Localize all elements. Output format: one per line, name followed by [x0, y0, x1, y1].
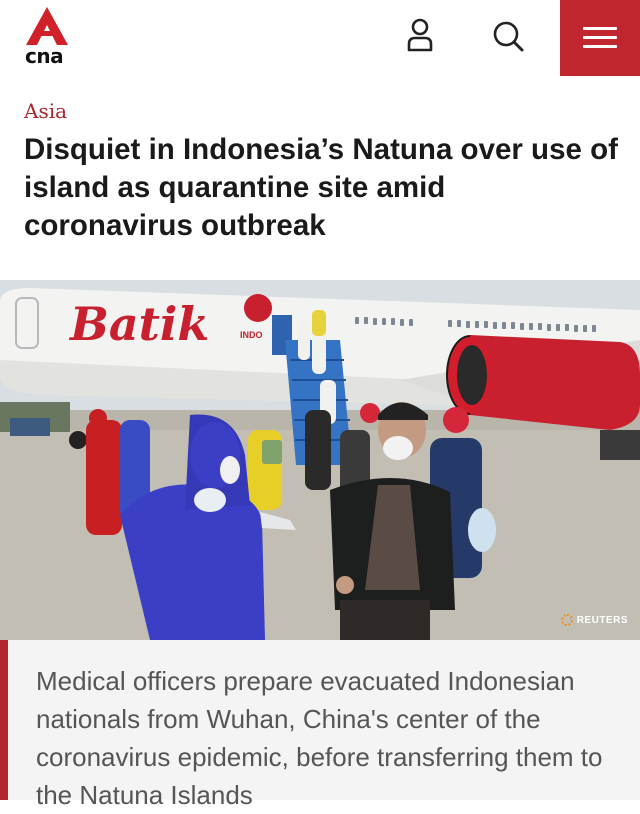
caption-accent-bar: [0, 640, 8, 800]
logo-mark-icon: [26, 7, 68, 45]
livery-text-small: INDO: [240, 330, 263, 340]
user-icon: [407, 18, 433, 52]
article-hero-image: Batik INDO REUTERS: [0, 280, 640, 640]
menu-icon: [583, 27, 617, 30]
logo-text: cna: [25, 44, 64, 68]
menu-button[interactable]: [560, 0, 640, 76]
image-credit-text: REUTERS: [576, 614, 628, 626]
site-header: cna: [0, 0, 640, 76]
livery-text: Batik: [68, 297, 209, 351]
image-caption-box: Medical officers prepare evacuated Indon…: [0, 640, 640, 810]
reuters-logo-icon: [560, 614, 573, 626]
article-headline: Disquiet in Indonesia’s Natuna over use …: [24, 133, 618, 242]
image-caption: Medical officers prepare evacuated Indon…: [36, 666, 603, 810]
user-button[interactable]: [400, 16, 440, 56]
menu-icon-line: [583, 36, 617, 39]
search-icon: [493, 21, 524, 52]
hero-illustration: Batik INDO: [0, 280, 640, 640]
cna-logo[interactable]: cna: [24, 6, 72, 68]
article-category[interactable]: Asia: [24, 99, 67, 123]
search-button[interactable]: [488, 16, 528, 56]
image-credit: REUTERS: [560, 614, 628, 626]
menu-icon-line: [583, 45, 617, 48]
